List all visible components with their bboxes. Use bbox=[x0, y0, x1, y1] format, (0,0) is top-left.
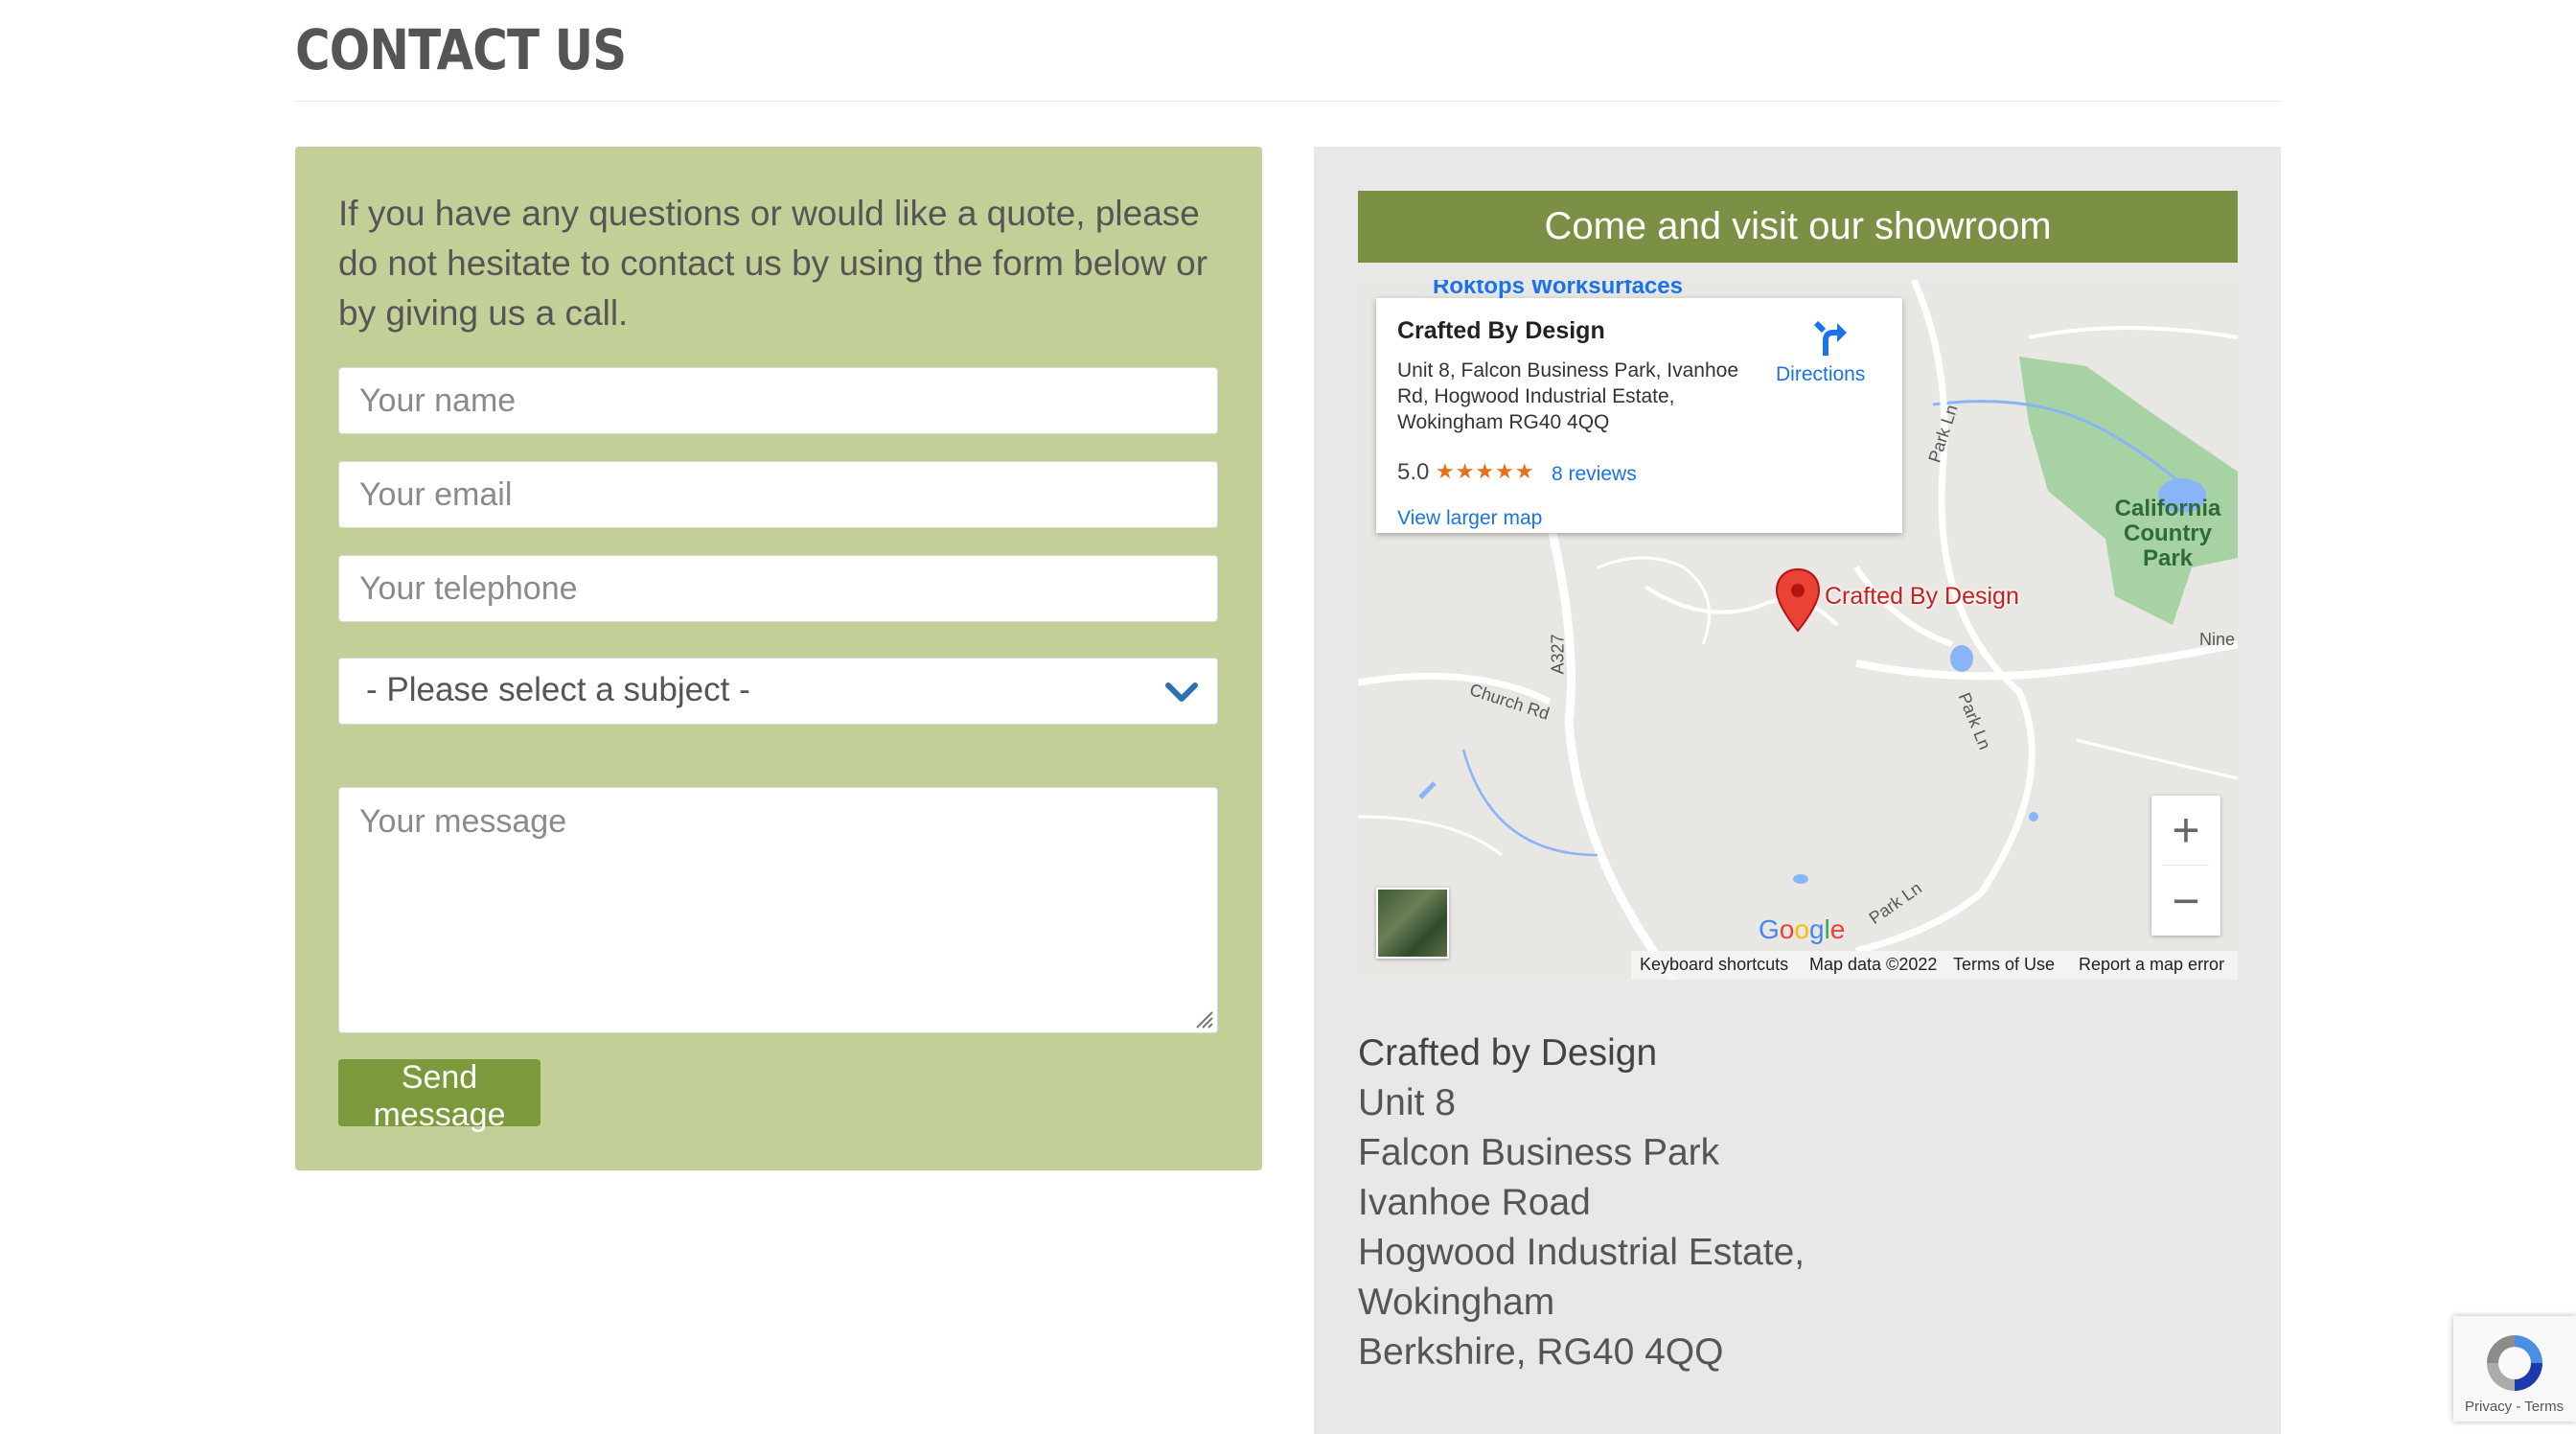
reviews-link[interactable]: 8 reviews bbox=[1552, 463, 1637, 486]
address-line: Unit 8 bbox=[1358, 1082, 1456, 1123]
recaptcha-badge[interactable]: Privacy - Terms bbox=[2453, 1316, 2576, 1422]
map-data-text: Map data ©2022 bbox=[1809, 955, 1938, 974]
road-label-nine: Nine bbox=[2199, 630, 2236, 649]
map-pin-label[interactable]: Crafted By Design bbox=[1825, 583, 2019, 611]
nearby-place-label[interactable]: Roktops Worksurfaces bbox=[1433, 280, 1683, 300]
zoom-in-button[interactable]: + bbox=[2151, 796, 2220, 865]
address-line: Ivanhoe Road bbox=[1358, 1182, 1591, 1223]
place-address: Unit 8, Falcon Business Park, Ivanhoe Rd… bbox=[1397, 359, 1739, 433]
place-info-card: Crafted By Design Unit 8, Falcon Busines… bbox=[1376, 298, 1902, 533]
subject-select[interactable]: - Please select a subject - bbox=[338, 658, 1218, 725]
title-divider bbox=[295, 101, 2281, 102]
report-map-error-link[interactable]: Report a map error bbox=[2079, 955, 2224, 975]
form-intro-text: If you have any questions or would like … bbox=[338, 194, 1208, 333]
park-label-line-2: Country Park bbox=[2124, 520, 2212, 571]
terms-of-use-link[interactable]: Terms of Use bbox=[1953, 955, 2055, 975]
view-larger-map-link[interactable]: View larger map bbox=[1397, 507, 1542, 530]
recaptcha-icon bbox=[2487, 1335, 2542, 1391]
directions-link[interactable]: Directions bbox=[1776, 363, 1865, 386]
address-line: Falcon Business Park bbox=[1358, 1132, 1720, 1173]
recaptcha-links: Privacy - Terms bbox=[2465, 1399, 2564, 1415]
park-label-line-1: California bbox=[2114, 496, 2221, 521]
showroom-address: Crafted by Design Unit 8 Falcon Business… bbox=[1358, 1029, 1805, 1377]
recaptcha-terms-link[interactable]: Terms bbox=[2524, 1399, 2564, 1415]
email-input[interactable] bbox=[338, 461, 1218, 528]
keyboard-shortcuts-link[interactable]: Keyboard shortcuts bbox=[1640, 955, 1788, 975]
zoom-divider bbox=[2163, 865, 2209, 866]
telephone-input[interactable] bbox=[338, 555, 1218, 622]
directions-icon[interactable] bbox=[1812, 319, 1851, 358]
google-map[interactable]: Roktops Worksurfaces California Country … bbox=[1358, 280, 2238, 980]
place-name: Crafted By Design bbox=[1397, 317, 1605, 344]
showroom-panel: Come and visit our showroom Roktops Work… bbox=[1314, 147, 2281, 1434]
name-input[interactable] bbox=[338, 367, 1218, 434]
zoom-out-button[interactable]: − bbox=[2151, 867, 2220, 936]
address-company: Crafted by Design bbox=[1358, 1032, 1658, 1074]
address-line: Wokingham bbox=[1358, 1282, 1555, 1323]
subject-selected-value: - Please select a subject - bbox=[366, 671, 750, 708]
place-rating: 5.0 bbox=[1397, 459, 1430, 485]
showroom-header: Come and visit our showroom bbox=[1358, 191, 2238, 263]
page-title: CONTACT US bbox=[295, 17, 627, 82]
park-label[interactable]: California Country Park bbox=[2098, 497, 2238, 571]
road-label-a327: A327 bbox=[1548, 634, 1568, 675]
resize-handle-icon[interactable] bbox=[1193, 1008, 1214, 1029]
message-placeholder: Your message bbox=[359, 803, 567, 840]
satellite-toggle-button[interactable] bbox=[1376, 888, 1449, 959]
address-line: Berkshire, RG40 4QQ bbox=[1358, 1331, 1724, 1373]
rating-stars-icon: ★★★★★ bbox=[1436, 459, 1535, 483]
message-textarea[interactable]: Your message bbox=[338, 787, 1218, 1033]
map-footer: Keyboard shortcuts Map data ©2022 Terms … bbox=[1631, 951, 2238, 980]
map-pin-icon[interactable] bbox=[1775, 567, 1821, 633]
send-message-button[interactable]: Send message bbox=[338, 1059, 540, 1133]
recaptcha-separator: - bbox=[2512, 1399, 2525, 1415]
zoom-controls: + − bbox=[2151, 796, 2220, 936]
address-line: Hogwood Industrial Estate, bbox=[1358, 1232, 1806, 1273]
chevron-down-icon bbox=[1165, 682, 1198, 702]
contact-form-panel: If you have any questions or would like … bbox=[295, 147, 1262, 1170]
google-logo: Google bbox=[1759, 914, 1846, 944]
recaptcha-privacy-link[interactable]: Privacy bbox=[2465, 1399, 2512, 1415]
